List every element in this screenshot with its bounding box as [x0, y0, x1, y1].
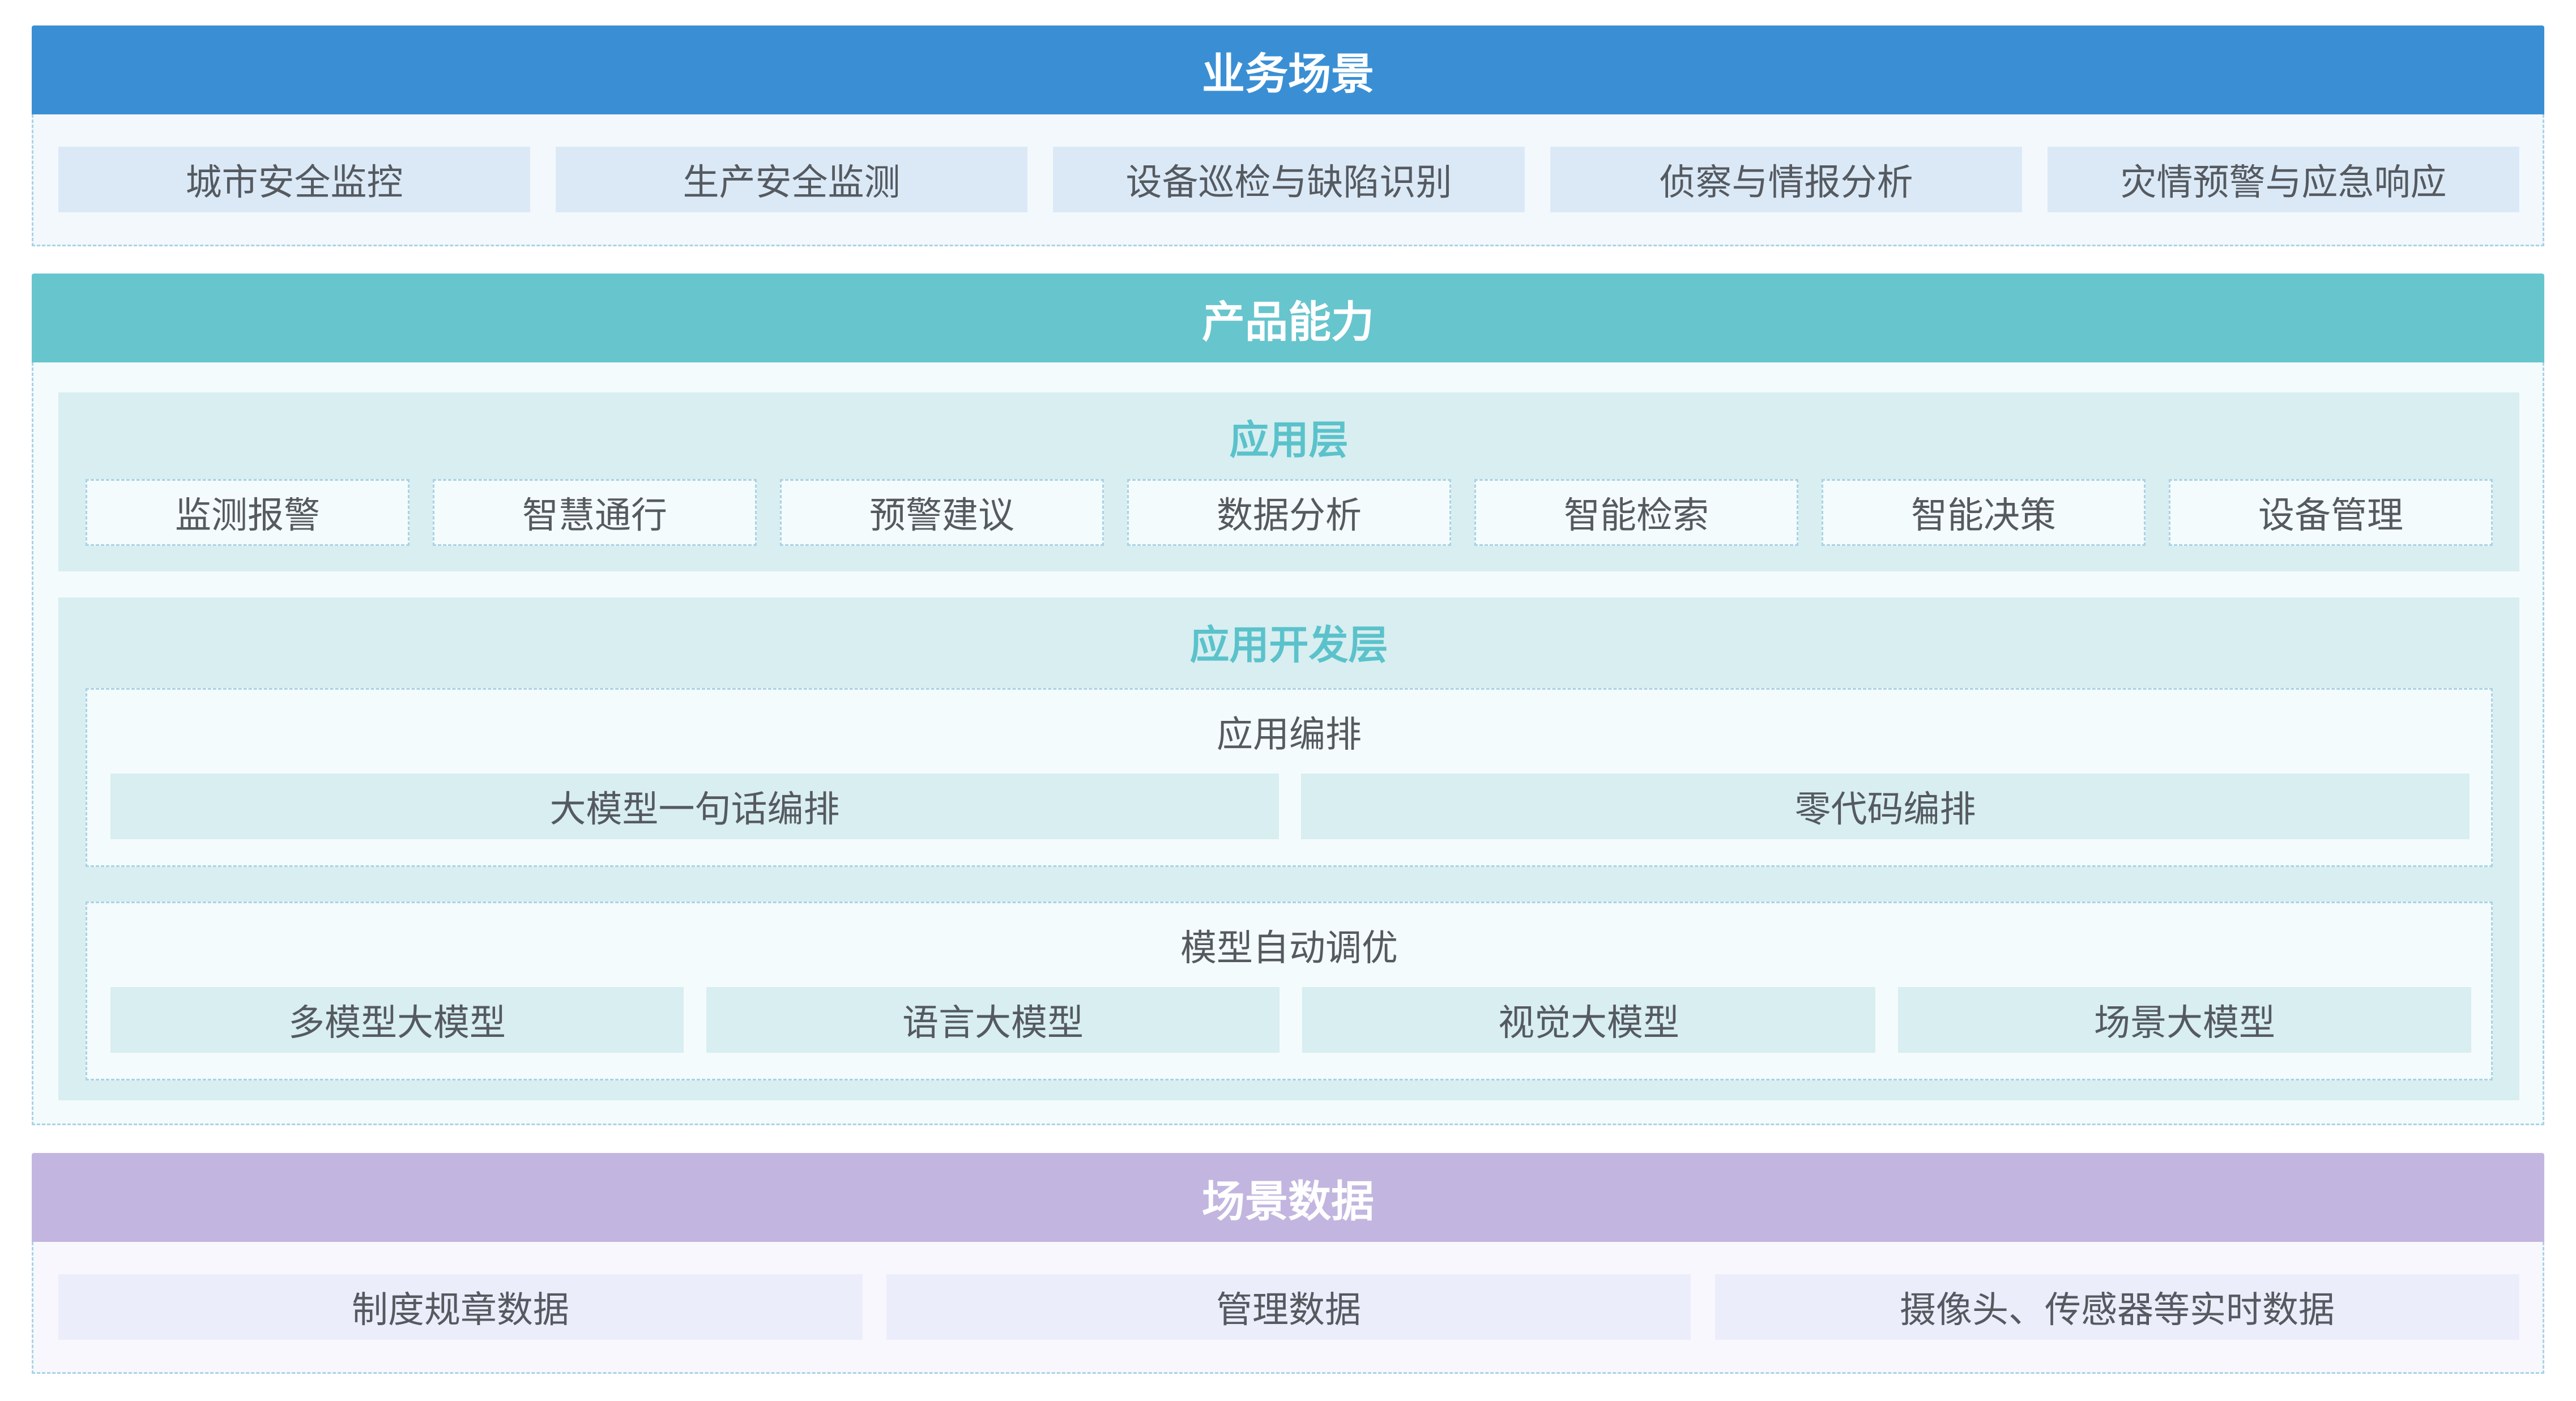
business-item: 设备巡检与缺陷识别	[1053, 147, 1525, 212]
tuning-item: 语言大模型	[706, 987, 1280, 1053]
data-banner: 场景数据	[32, 1153, 2544, 1242]
product-section: 产品能力 应用层 监测报警 智慧通行 预警建议 数据分析 智能检索 智能决策 设…	[32, 274, 2544, 1125]
data-item: 管理数据	[886, 1274, 1691, 1340]
app-layer-item: 数据分析	[1127, 479, 1451, 546]
data-item: 摄像头、传感器等实时数据	[1715, 1274, 2519, 1340]
product-banner: 产品能力	[32, 274, 2544, 362]
architecture-diagram: 业务场景 城市安全监控 生产安全监测 设备巡检与缺陷识别 侦察与情报分析 灾情预…	[0, 0, 2576, 1401]
dev-layer-title: 应用开发层	[1189, 622, 1388, 668]
business-panel: 城市安全监控 生产安全监测 设备巡检与缺陷识别 侦察与情报分析 灾情预警与应急响…	[32, 114, 2544, 246]
data-panel: 制度规章数据 管理数据 摄像头、传感器等实时数据	[32, 1242, 2544, 1374]
tuning-item: 多模型大模型	[110, 987, 684, 1053]
tuning-title: 模型自动调优	[1180, 928, 1398, 969]
business-item: 侦察与情报分析	[1550, 147, 2022, 212]
app-layer-item: 智能决策	[1822, 479, 2146, 546]
app-layer-item: 智慧通行	[433, 479, 757, 546]
data-section: 场景数据 制度规章数据 管理数据 摄像头、传感器等实时数据	[32, 1153, 2544, 1374]
dev-layer: 应用开发层 应用编排 大模型一句话编排 零代码编排 模型自动调优 多模型大模型 …	[58, 597, 2519, 1100]
business-banner: 业务场景	[32, 25, 2544, 114]
business-section: 业务场景 城市安全监控 生产安全监测 设备巡检与缺陷识别 侦察与情报分析 灾情预…	[32, 25, 2544, 246]
app-layer-item: 监测报警	[86, 479, 410, 546]
orchestration-item: 大模型一句话编排	[110, 774, 1279, 839]
app-layer-item: 设备管理	[2169, 479, 2493, 546]
orchestration-title: 应用编排	[1217, 714, 1362, 756]
app-layer-item: 智能检索	[1474, 479, 1798, 546]
business-item: 灾情预警与应急响应	[2048, 147, 2519, 212]
business-item: 生产安全监测	[556, 147, 1027, 212]
app-layer-item: 预警建议	[780, 479, 1104, 546]
orchestration-group: 应用编排 大模型一句话编排 零代码编排	[86, 688, 2493, 867]
business-item: 城市安全监控	[58, 147, 530, 212]
data-item: 制度规章数据	[58, 1274, 863, 1340]
product-panel: 应用层 监测报警 智慧通行 预警建议 数据分析 智能检索 智能决策 设备管理 应…	[32, 362, 2544, 1125]
app-layer-title: 应用层	[1229, 417, 1349, 463]
tuning-item: 场景大模型	[1898, 987, 2471, 1053]
tuning-group: 模型自动调优 多模型大模型 语言大模型 视觉大模型 场景大模型	[86, 902, 2493, 1080]
tuning-item: 视觉大模型	[1302, 987, 1875, 1053]
app-layer: 应用层 监测报警 智慧通行 预警建议 数据分析 智能检索 智能决策 设备管理	[58, 392, 2519, 571]
orchestration-item: 零代码编排	[1301, 774, 2470, 839]
